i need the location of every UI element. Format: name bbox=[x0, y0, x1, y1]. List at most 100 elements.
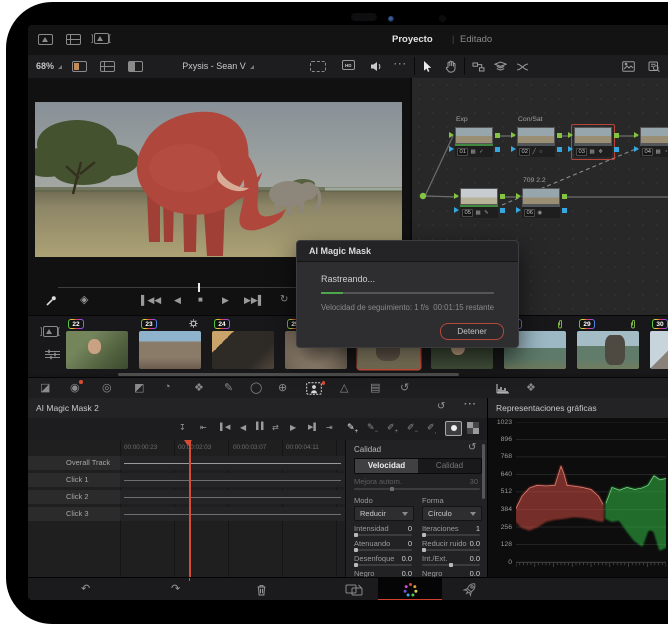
magic-mask-icon[interactable] bbox=[306, 382, 322, 398]
clip-title[interactable]: Pxysis - Sean V bbox=[148, 61, 288, 71]
transform-icon[interactable]: ↺ bbox=[400, 381, 409, 394]
color-warper-icon[interactable]: △ bbox=[340, 381, 348, 394]
compare-gallery-icon[interactable]: ][ bbox=[91, 33, 111, 44]
key-input-icon[interactable] bbox=[449, 146, 454, 152]
mask-overlay-toggle[interactable] bbox=[445, 421, 462, 436]
param-slider[interactable] bbox=[422, 564, 480, 566]
param-value[interactable]: 0 bbox=[384, 524, 412, 533]
dialog-header[interactable]: AI Magic Mask bbox=[297, 241, 518, 262]
primaries-icon[interactable]: ◪ bbox=[40, 381, 50, 394]
pause-tracking-icon[interactable]: ▌▌ bbox=[256, 423, 266, 430]
refine-icon[interactable]: ❖ bbox=[194, 381, 204, 394]
power-window-icon[interactable]: ◯ bbox=[250, 381, 262, 394]
node-link-icon[interactable] bbox=[472, 62, 485, 74]
tab-project[interactable]: Proyecto bbox=[392, 34, 433, 45]
qualifier-icon[interactable]: ◔ bbox=[164, 381, 171, 393]
param-value[interactable]: 0 bbox=[384, 539, 412, 548]
auto-improve-slider[interactable] bbox=[354, 488, 480, 490]
rgb-input-icon[interactable] bbox=[454, 193, 459, 199]
param-slider[interactable] bbox=[354, 564, 412, 566]
redo-icon[interactable]: ↷ bbox=[171, 582, 180, 595]
picker-add-icon[interactable]: ✎+ bbox=[347, 422, 358, 435]
clips-view-icon[interactable]: ][ bbox=[40, 326, 60, 337]
eraser-icon[interactable]: ✐, bbox=[427, 422, 436, 435]
track-bidirectional-icon[interactable]: ⇄ bbox=[272, 423, 279, 432]
param-value[interactable]: 0.0 bbox=[452, 554, 480, 563]
key-input-icon[interactable] bbox=[511, 146, 516, 152]
viewer-playhead[interactable] bbox=[198, 283, 200, 292]
param-slider[interactable] bbox=[422, 549, 480, 551]
curves-icon[interactable]: ◩ bbox=[134, 381, 144, 394]
format-badge[interactable]: HD bbox=[342, 60, 355, 70]
clip-thumbnail[interactable] bbox=[650, 331, 668, 369]
rgb-input-icon[interactable] bbox=[511, 132, 516, 138]
delete-icon[interactable] bbox=[256, 584, 267, 599]
timeline-clip[interactable]: 24 bbox=[212, 316, 278, 374]
rgb-output-icon[interactable] bbox=[614, 133, 619, 138]
param-value[interactable]: 0.0 bbox=[384, 569, 412, 577]
cursor-tool-icon[interactable] bbox=[423, 60, 433, 75]
waveform-scope[interactable]: 10238967686405123842561280 bbox=[488, 418, 668, 577]
node-mixer-icon[interactable] bbox=[516, 63, 529, 73]
undo-icon[interactable]: ↶ bbox=[81, 582, 90, 595]
track-to-end-icon[interactable]: ⇥ bbox=[326, 423, 333, 432]
track-row-overall[interactable]: Overall Track bbox=[28, 456, 120, 470]
go-first-frame-icon[interactable]: ▌◀ bbox=[220, 423, 230, 431]
play-button[interactable]: ▶ bbox=[222, 295, 229, 306]
track-one-frame-icon[interactable]: ↧ bbox=[179, 423, 186, 432]
panel-menu-icon[interactable]: ··· bbox=[464, 399, 477, 410]
matte-view-icon[interactable] bbox=[467, 422, 479, 436]
tracker-icon[interactable]: ⊕ bbox=[278, 381, 287, 394]
stills-gallery-icon[interactable] bbox=[38, 34, 53, 45]
timeline-clip[interactable]: 22 bbox=[66, 316, 132, 374]
key-output-icon[interactable] bbox=[500, 208, 505, 213]
viewer-split-mode-icon[interactable] bbox=[128, 61, 143, 72]
source-node-dot[interactable] bbox=[420, 193, 426, 199]
track-reverse-icon[interactable]: ◀ bbox=[240, 423, 246, 432]
param-slider[interactable] bbox=[422, 534, 480, 536]
viewer-options-icon[interactable]: ··· bbox=[394, 59, 408, 69]
key-input-icon[interactable] bbox=[634, 146, 639, 152]
key-input-icon[interactable] bbox=[516, 207, 521, 213]
clip-link-icon[interactable] bbox=[629, 319, 637, 332]
hdr-wheels-icon[interactable]: ◎ bbox=[102, 381, 112, 394]
param-slider[interactable] bbox=[354, 534, 412, 536]
settings-scrollbar[interactable] bbox=[482, 444, 485, 499]
stop-button[interactable]: Detener bbox=[440, 323, 504, 340]
lut-gallery-icon[interactable] bbox=[622, 61, 635, 74]
clip-thumbnail[interactable] bbox=[139, 331, 201, 369]
rgb-input-icon[interactable] bbox=[516, 193, 521, 199]
stop-button[interactable]: ■ bbox=[198, 295, 203, 304]
panel-reset-icon[interactable]: ↺ bbox=[437, 401, 445, 412]
rgb-output-icon[interactable] bbox=[495, 133, 500, 138]
tracking-playhead[interactable] bbox=[189, 440, 191, 577]
clip-gear-icon[interactable] bbox=[189, 319, 198, 330]
wheel-sets-icon[interactable]: ❖ bbox=[526, 381, 536, 394]
eyedropper-icon[interactable] bbox=[46, 295, 57, 308]
audio-icon[interactable] bbox=[370, 61, 383, 74]
param-value[interactable]: 0.0 bbox=[452, 569, 480, 577]
blanking-icon[interactable]: ▤ bbox=[370, 381, 380, 394]
shape-dropdown[interactable]: Círculo bbox=[422, 506, 482, 521]
stroke-add-icon[interactable]: ✐+ bbox=[387, 422, 398, 435]
clip-thumbnail[interactable] bbox=[577, 331, 639, 369]
timeline-clip[interactable]: 23 bbox=[139, 316, 205, 374]
param-value[interactable]: 0.0 bbox=[452, 539, 480, 548]
tab-calidad[interactable]: Calidad bbox=[418, 459, 481, 473]
key-input-icon[interactable] bbox=[454, 207, 459, 213]
viewer-image[interactable] bbox=[35, 102, 402, 257]
track-row-click2[interactable]: Click 2 bbox=[28, 490, 120, 504]
node-03-selected[interactable]: 03▦ ❖ bbox=[574, 127, 612, 157]
track-row-click1[interactable]: Click 1 bbox=[28, 473, 120, 487]
grades-gallery-icon[interactable] bbox=[66, 34, 81, 45]
node-04[interactable]: 04▦ ◔ bbox=[640, 127, 668, 157]
node-layers-icon[interactable] bbox=[494, 61, 507, 74]
mode-dropdown[interactable]: Reducir bbox=[354, 506, 414, 521]
color-page-tab[interactable] bbox=[378, 578, 442, 600]
rgb-input-icon[interactable] bbox=[634, 132, 639, 138]
timeline-clip[interactable]: 30 bbox=[650, 316, 668, 374]
node-02[interactable]: Con/Sat 02╱ ○ bbox=[517, 127, 555, 157]
track-to-start-icon[interactable]: ⇤ bbox=[200, 423, 207, 432]
clip-link-icon[interactable] bbox=[556, 319, 564, 332]
node-01[interactable]: Exp 01▦ ✓ bbox=[455, 127, 493, 157]
